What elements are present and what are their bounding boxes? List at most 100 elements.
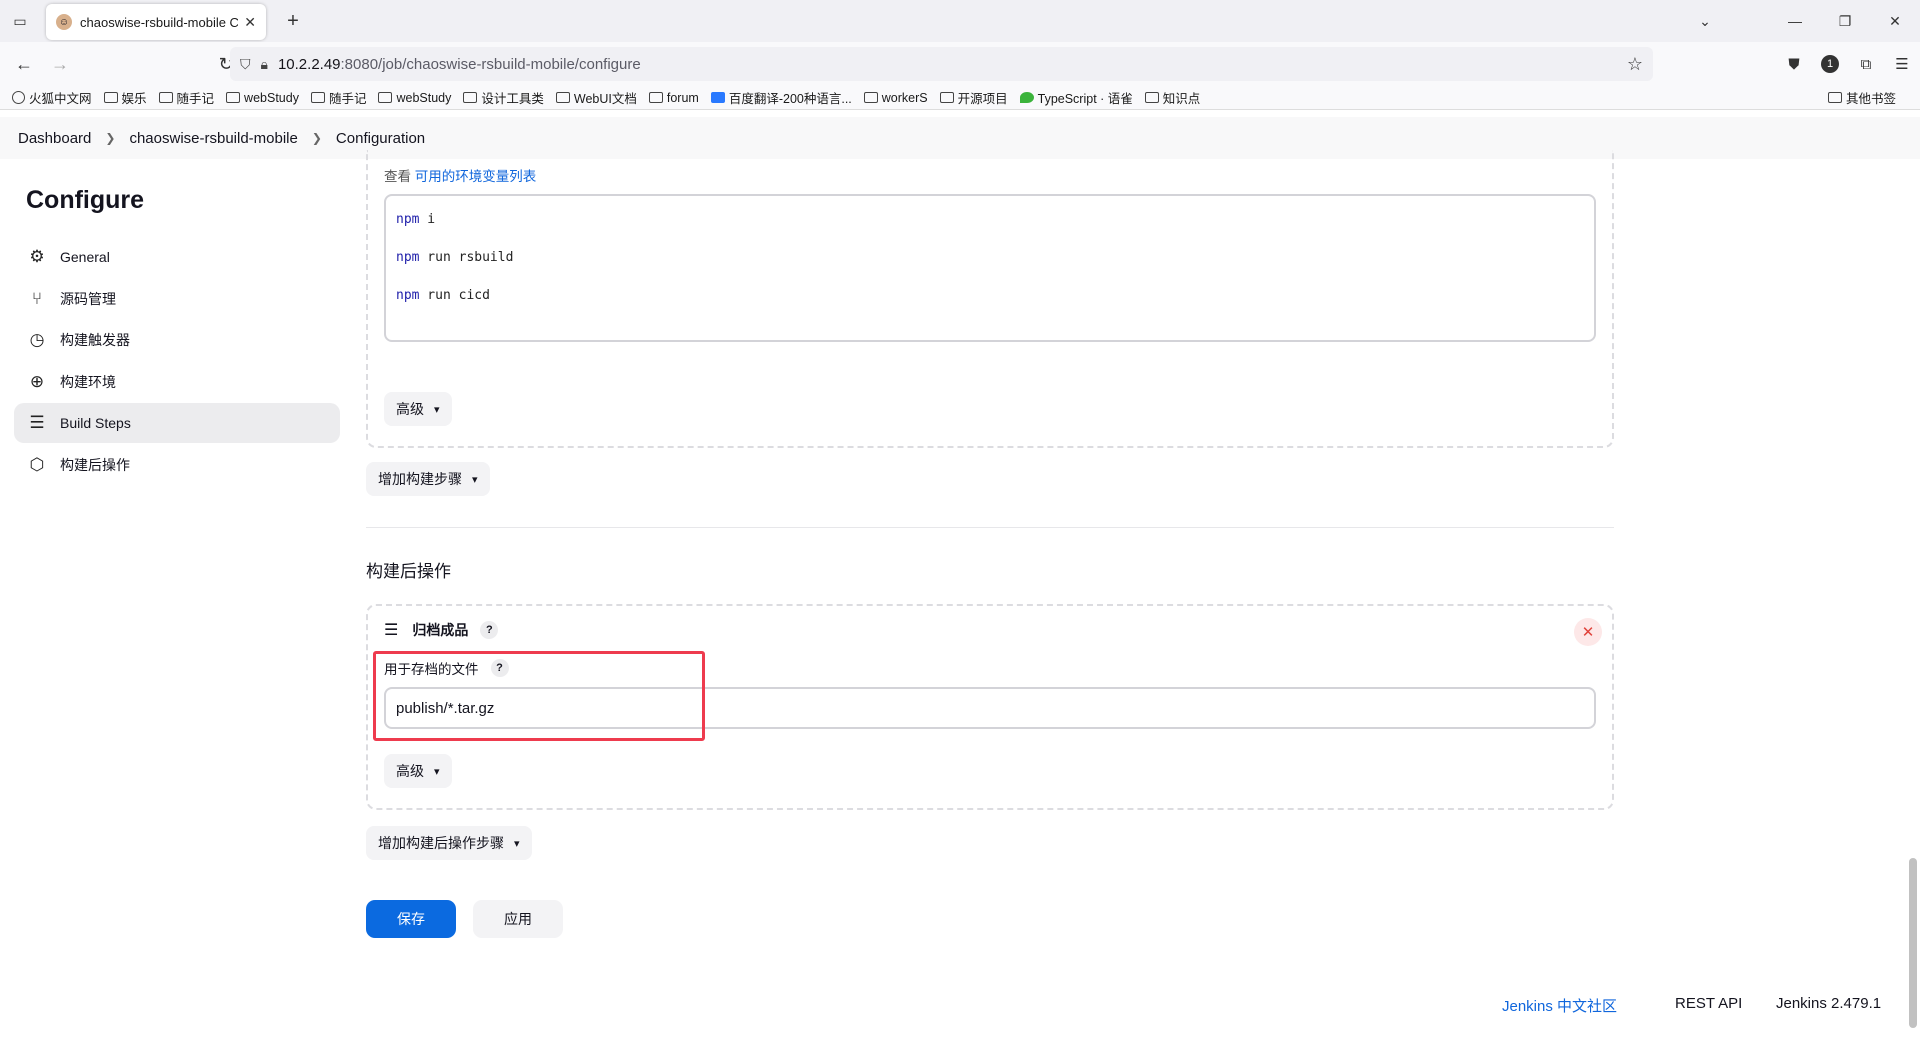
folder-icon <box>226 92 241 103</box>
folder-icon <box>310 92 325 103</box>
page-title: Configure <box>26 186 145 214</box>
translate-icon <box>710 92 725 103</box>
footer-rest-api-link[interactable]: REST API <box>1675 995 1742 1012</box>
delete-step-icon[interactable]: ✕ <box>1574 618 1602 646</box>
folder-icon <box>863 92 878 103</box>
scrollbar-thumb[interactable] <box>1909 858 1917 1028</box>
command-keyword: npm <box>396 212 420 227</box>
branch-icon: ⑂ <box>31 288 43 308</box>
command-line: npm run rsbuild <box>396 246 1584 269</box>
bookmark-label: WebUI文档 <box>573 92 637 106</box>
breadcrumb-dashboard[interactable]: Dashboard <box>18 130 91 147</box>
tab-title: chaoswise-rsbuild-mobile Co <box>80 14 239 30</box>
command-line: npm i <box>396 208 1584 231</box>
bookmark-label: workerS <box>881 90 928 105</box>
post-build-section-title: 构建后操作 <box>366 562 451 581</box>
tab-overflow-chevron-icon[interactable]: ⌄ <box>1680 0 1730 42</box>
sidebar-item-triggers[interactable]: ◷ 构建触发器 <box>14 320 340 360</box>
command-keyword: npm <box>396 288 420 303</box>
extension-badge[interactable]: 1 <box>1821 55 1839 73</box>
bookmark-item[interactable]: 开源项目 <box>939 88 1008 107</box>
sidebar-item-label: 源码管理 <box>60 290 116 307</box>
env-prefix: 查看 <box>384 169 411 184</box>
pocket-icon[interactable]: ⛊ <box>1776 56 1812 73</box>
apply-button[interactable]: 应用 <box>473 900 563 938</box>
bookmark-label: 其他书签 <box>1845 92 1896 106</box>
back-icon[interactable]: ← <box>6 46 42 82</box>
bookmark-star-icon[interactable]: ☆ <box>1627 54 1643 75</box>
bookmark-item[interactable]: workerS <box>863 90 928 105</box>
menu-icon[interactable]: ☰ <box>1884 55 1920 73</box>
sidebar-item-label: 构建触发器 <box>60 332 130 348</box>
insecure-lock-icon[interactable]: 🔒︎ <box>261 56 268 73</box>
add-post-build-step-button[interactable]: 增加构建后操作步骤 ▾ <box>366 826 532 860</box>
minimize-icon[interactable]: — <box>1770 0 1820 42</box>
bookmark-item[interactable]: 设计工具类 <box>463 88 544 107</box>
bookmark-item[interactable]: 百度翻译-200种语言... <box>710 88 852 107</box>
tab-close-icon[interactable]: ✕ <box>244 14 256 31</box>
restore-icon[interactable]: ❐ <box>1820 0 1870 42</box>
command-args: run cicd <box>419 288 490 303</box>
sidebar-item-label: 构建后操作 <box>60 456 130 473</box>
bookmark-item[interactable]: webStudy <box>226 91 299 105</box>
bookmark-label: TypeScript · 语雀 <box>1037 92 1133 106</box>
help-icon[interactable]: ? <box>480 621 499 639</box>
bookmark-item[interactable]: webStudy <box>378 91 451 105</box>
sidebar-item-label: Build Steps <box>60 415 131 431</box>
chevron-down-icon: ▾ <box>472 473 478 486</box>
bookmark-item[interactable]: 随手记 <box>158 88 214 107</box>
folder-icon <box>939 92 954 103</box>
sidebar-item-general[interactable]: ⚙ General <box>14 237 340 277</box>
bookmark-label: 百度翻译-200种语言... <box>728 92 852 106</box>
new-tab-icon[interactable]: + <box>280 8 306 34</box>
bookmark-item[interactable]: 知识点 <box>1144 88 1200 107</box>
bookmark-item[interactable]: TypeScript · 语雀 <box>1019 88 1133 107</box>
folder-icon <box>378 92 393 103</box>
footer-community-link[interactable]: Jenkins 中文社区 <box>1502 995 1617 1016</box>
tab-list-icon[interactable]: ▭ <box>0 0 40 42</box>
window-close-icon[interactable]: ✕ <box>1870 0 1920 42</box>
bookmark-item[interactable]: 火狐中文网 <box>12 88 92 107</box>
section-divider <box>366 527 1614 528</box>
add-build-step-button[interactable]: 增加构建步骤 ▾ <box>366 462 490 496</box>
extensions-icon[interactable]: ⧉ <box>1848 56 1884 73</box>
bookmark-other[interactable]: 其他书签 <box>1827 88 1908 107</box>
bookmark-item[interactable]: forum <box>648 90 699 105</box>
sidebar-item-environment[interactable]: ⊕ 构建环境 <box>14 362 340 402</box>
bookmark-item[interactable]: 随手记 <box>310 88 366 107</box>
shield-icon[interactable]: ⛉ <box>240 56 251 73</box>
add-post-build-step-label: 增加构建后操作步骤 <box>378 835 504 851</box>
url-bar[interactable]: ⛉ 🔒︎ 10.2.2.49:8080/job/chaoswise-rsbuil… <box>230 47 1653 81</box>
save-button[interactable]: 保存 <box>366 900 456 938</box>
breadcrumb-job[interactable]: chaoswise-rsbuild-mobile <box>129 130 297 147</box>
cube-icon: ⬡ <box>29 454 45 474</box>
yuque-icon <box>1019 92 1034 103</box>
footer-version[interactable]: Jenkins 2.479.1 <box>1776 995 1881 1012</box>
folder-icon <box>1144 92 1159 103</box>
sidebar-item-label: General <box>60 249 110 265</box>
folder-icon <box>463 92 478 103</box>
sidebar-item-scm[interactable]: ⑂ 源码管理 <box>14 279 340 319</box>
shell-command-editor[interactable]: npm i npm run rsbuild npm run cicd <box>384 194 1596 342</box>
advanced-button[interactable]: 高级 ▾ <box>384 392 452 426</box>
bookmark-item[interactable]: 娱乐 <box>103 88 147 107</box>
command-line: npm run cicd <box>396 284 1584 307</box>
list-icon: ☰ <box>29 413 45 432</box>
env-vars-link[interactable]: 可用的环境变量列表 <box>415 169 537 184</box>
drag-handle-icon[interactable]: ☰ <box>384 620 398 640</box>
sidebar-item-post-build[interactable]: ⬡ 构建后操作 <box>14 445 340 485</box>
env-vars-hint: 查看 可用的环境变量列表 <box>384 165 536 185</box>
advanced-button[interactable]: 高级 ▾ <box>384 754 452 788</box>
sidebar-item-build-steps[interactable]: ☰ Build Steps <box>14 403 340 443</box>
forward-icon[interactable]: → <box>42 46 78 82</box>
browser-tab[interactable]: ☺ chaoswise-rsbuild-mobile Co ✕ <box>46 4 266 40</box>
bookmark-label: 娱乐 <box>121 92 147 106</box>
folder-icon <box>103 92 118 103</box>
add-build-step-label: 增加构建步骤 <box>378 471 462 487</box>
bookmark-label: forum <box>666 90 699 105</box>
archive-step-title: 归档成品 <box>412 622 469 638</box>
chevron-right-icon: ❯ <box>311 131 322 145</box>
bookmark-item[interactable]: WebUI文档 <box>555 88 637 107</box>
breadcrumb-configuration[interactable]: Configuration <box>336 130 425 147</box>
bookmark-label: 火狐中文网 <box>29 92 92 106</box>
